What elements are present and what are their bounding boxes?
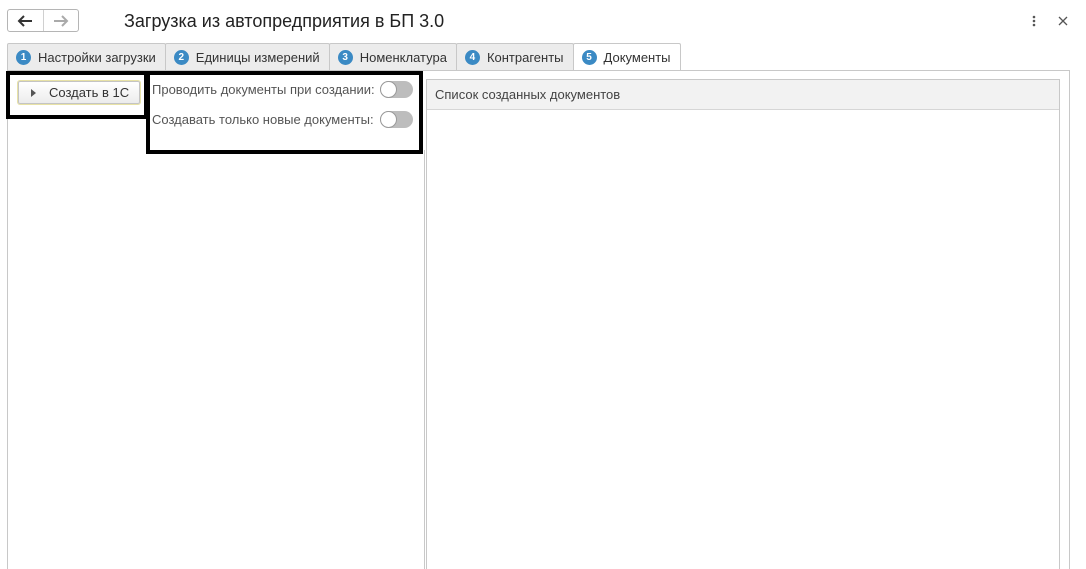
arrow-left-icon: [17, 14, 33, 27]
navigation-buttons: [7, 9, 79, 32]
tab-number-badge: 1: [16, 49, 31, 65]
tab-load-settings[interactable]: 1 Настройки загрузки: [7, 43, 166, 70]
tab-bar: 1 Настройки загрузки 2 Единицы измерений…: [7, 43, 681, 71]
close-icon: [1058, 16, 1068, 26]
tab-units[interactable]: 2 Единицы измерений: [164, 43, 330, 70]
more-menu-button[interactable]: [1025, 12, 1043, 30]
tab-number-badge: 5: [581, 50, 597, 65]
list-column-header: Список созданных документов: [427, 80, 1059, 110]
highlight-frame-create-button: [6, 71, 148, 119]
highlight-frame-options: [146, 71, 423, 154]
forward-button[interactable]: [42, 10, 79, 31]
tab-label: Контрагенты: [486, 49, 564, 65]
tab-documents[interactable]: 5 Документы: [572, 43, 681, 71]
tab-label: Настройки загрузки: [38, 49, 156, 65]
more-vertical-icon: [1032, 15, 1036, 27]
tab-nomenclature[interactable]: 3 Номенклатура: [328, 43, 457, 70]
tab-number-badge: 3: [337, 49, 353, 65]
created-documents-list[interactable]: [426, 79, 1060, 569]
tab-number-badge: 4: [464, 49, 480, 65]
tab-label: Номенклатура: [359, 49, 447, 65]
arrow-right-icon: [53, 14, 69, 27]
column-divider: [424, 150, 425, 569]
tab-number-badge: 2: [173, 49, 189, 65]
window-title: Загрузка из автопредприятия в БП 3.0: [124, 11, 445, 31]
tab-counterparties[interactable]: 4 Контрагенты: [455, 43, 574, 70]
back-button[interactable]: [8, 10, 43, 31]
close-button[interactable]: [1054, 12, 1072, 30]
tab-label: Документы: [603, 50, 671, 65]
tab-label: Единицы измерений: [195, 49, 320, 65]
